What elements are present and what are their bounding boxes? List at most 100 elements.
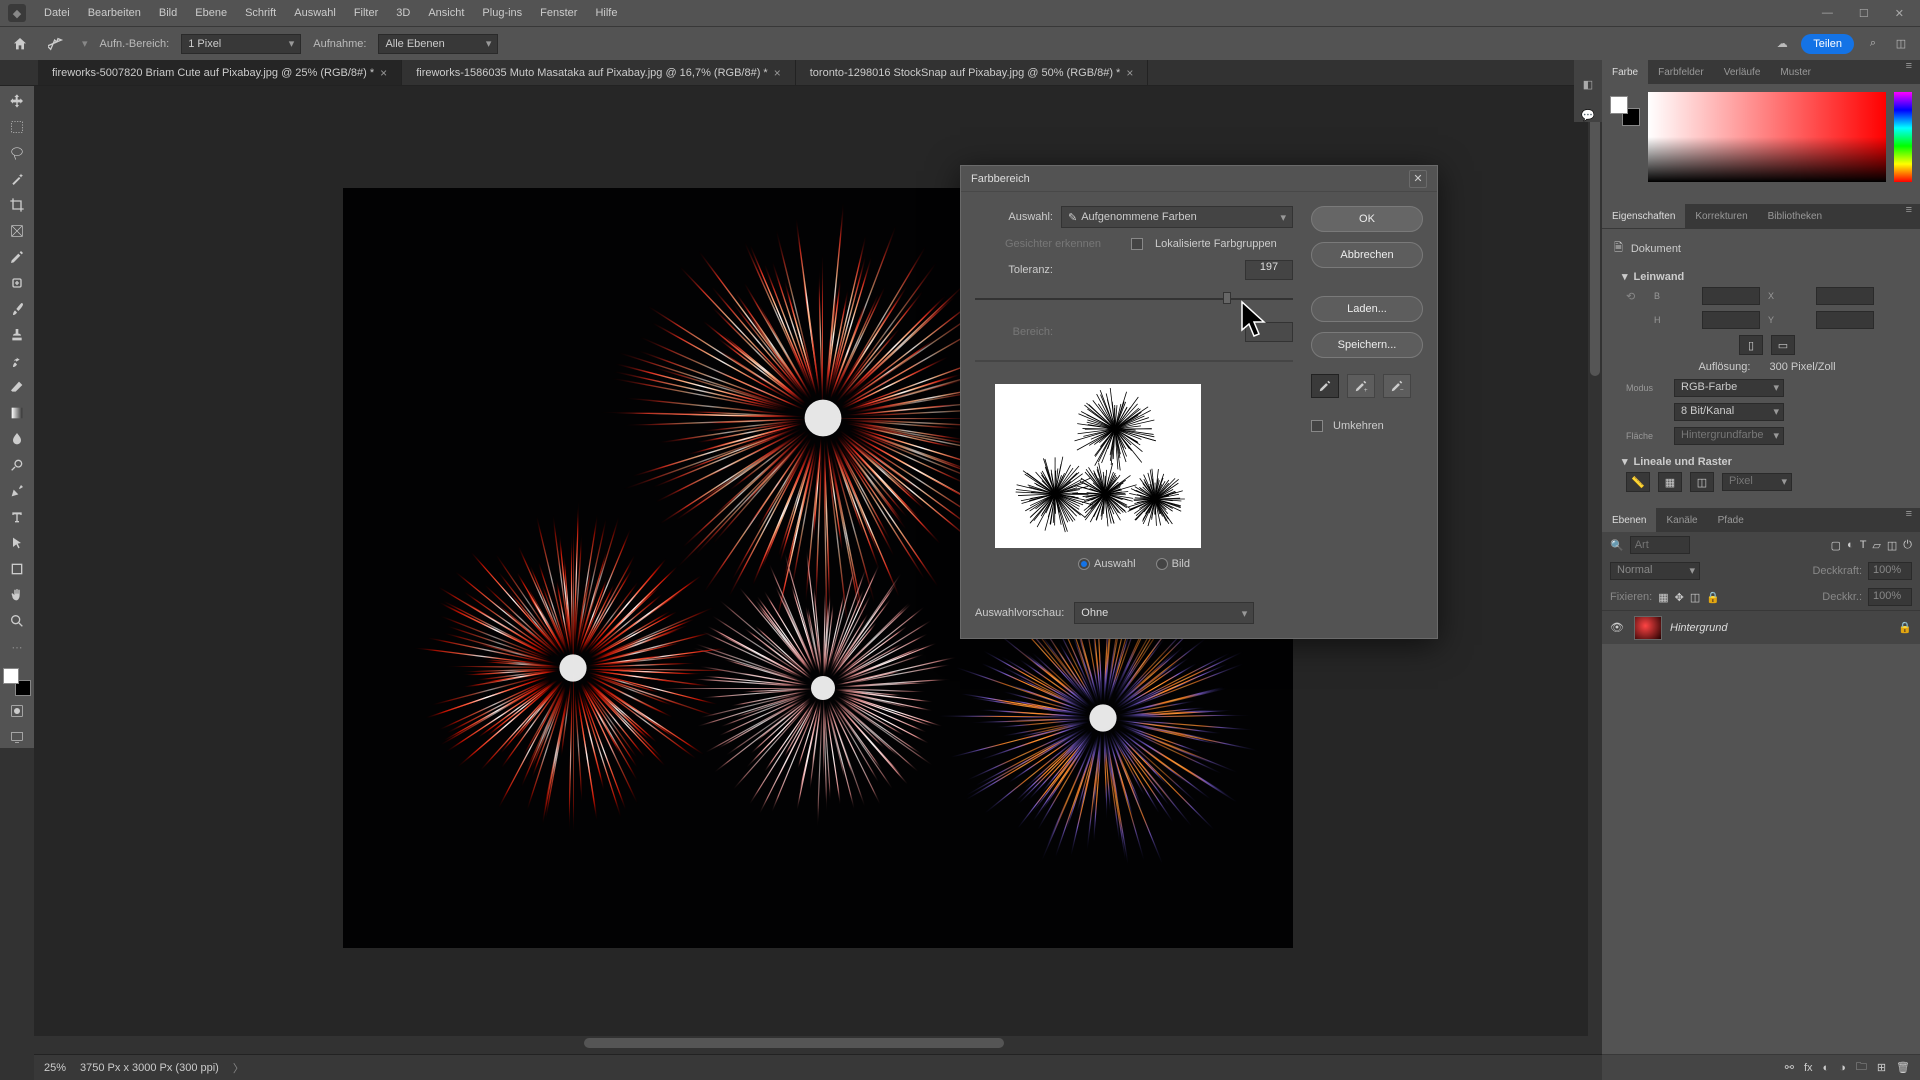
filter-smart-icon[interactable]: ◫ [1887, 539, 1897, 552]
depth-select[interactable]: 8 Bit/Kanal [1674, 403, 1784, 421]
tolerance-slider[interactable] [975, 290, 1293, 308]
more-tools[interactable]: ⋯ [4, 636, 30, 658]
layer-mask-icon[interactable]: ◐ [1823, 1062, 1830, 1074]
marquee-tool[interactable] [4, 116, 30, 138]
document-tab[interactable]: fireworks-1586035 Muto Masataka auf Pixa… [402, 60, 796, 85]
layer-search-input[interactable] [1630, 536, 1690, 554]
foreground-background-colors[interactable] [3, 668, 31, 696]
eyedropper-add-icon[interactable]: + [1347, 374, 1375, 398]
tab-swatches[interactable]: Farbfelder [1648, 60, 1714, 84]
blur-tool[interactable] [4, 428, 30, 450]
lock-artboard-icon[interactable]: ◫ [1690, 591, 1700, 604]
collapsed-panel-icon[interactable]: 💬 [1581, 109, 1595, 122]
menu-type[interactable]: Schrift [237, 3, 284, 23]
layer-thumbnail[interactable] [1634, 616, 1662, 640]
fill-select[interactable]: Hintergrundfarbe [1674, 427, 1784, 445]
tab-layers[interactable]: Ebenen [1602, 508, 1656, 532]
menu-3d[interactable]: 3D [388, 3, 418, 23]
heal-tool[interactable] [4, 272, 30, 294]
panel-menu-icon[interactable]: ≡ [1898, 60, 1920, 84]
frame-tool[interactable] [4, 220, 30, 242]
filter-toggle-icon[interactable]: ⏻ [1903, 539, 1912, 552]
filter-pixel-icon[interactable]: ▢ [1831, 539, 1841, 552]
close-window-icon[interactable]: ✕ [1887, 3, 1912, 24]
width-field[interactable] [1702, 287, 1760, 305]
share-button[interactable]: Teilen [1801, 34, 1854, 54]
collapsed-panel-icon[interactable]: ◧ [1583, 78, 1593, 91]
hue-slider[interactable] [1894, 92, 1912, 182]
tab-channels[interactable]: Kanäle [1656, 508, 1707, 532]
new-group-icon[interactable]: 🗀 [1856, 1058, 1867, 1077]
horizontal-scrollbar[interactable] [34, 1036, 1588, 1050]
lock-position-icon[interactable]: ✥ [1675, 591, 1684, 604]
y-field[interactable] [1816, 311, 1874, 329]
unit-select[interactable]: Pixel [1722, 473, 1792, 491]
menu-image[interactable]: Bild [151, 3, 185, 23]
x-field[interactable] [1816, 287, 1874, 305]
cancel-button[interactable]: Abbrechen [1311, 242, 1423, 268]
dialog-close-button[interactable]: ✕ [1409, 170, 1427, 188]
gradient-tool[interactable] [4, 402, 30, 424]
quickmask-tool[interactable] [4, 700, 30, 722]
height-field[interactable] [1702, 311, 1760, 329]
doc-info-chevron-icon[interactable]: 〉 [233, 1060, 244, 1076]
hand-tool[interactable] [4, 584, 30, 606]
layer-visibility-icon[interactable]: 👁 [1610, 621, 1626, 634]
layer-lock-icon[interactable]: 🔒 [1898, 621, 1912, 634]
panel-menu-icon[interactable]: ≡ [1898, 508, 1920, 532]
eyedropper-tool[interactable] [4, 246, 30, 268]
tab-close-icon[interactable]: × [774, 66, 781, 80]
menu-plugins[interactable]: Plug-ins [474, 3, 530, 23]
orientation-icon[interactable]: ⟲ [1626, 290, 1646, 303]
screenmode-tool[interactable] [4, 726, 30, 748]
history-brush-tool[interactable] [4, 350, 30, 372]
move-tool[interactable] [4, 90, 30, 112]
pen-tool[interactable] [4, 480, 30, 502]
color-picker-field[interactable] [1648, 92, 1886, 182]
tab-color[interactable]: Farbe [1602, 60, 1648, 84]
layer-filter-icon[interactable]: 🔍 [1610, 539, 1624, 552]
layer-row[interactable]: 👁 Hintergrund 🔒 [1602, 610, 1920, 644]
dodge-tool[interactable] [4, 454, 30, 476]
tab-libraries[interactable]: Bibliotheken [1758, 204, 1832, 228]
color-fg-bg[interactable] [1610, 96, 1640, 126]
localized-checkbox[interactable] [1131, 238, 1143, 250]
invert-checkbox[interactable] [1311, 420, 1323, 432]
portrait-icon[interactable]: ▯ [1739, 335, 1763, 355]
eyedropper-subtract-icon[interactable]: − [1383, 374, 1411, 398]
minimize-icon[interactable]: — [1814, 3, 1841, 23]
load-button[interactable]: Laden... [1311, 296, 1423, 322]
zoom-level[interactable]: 25% [44, 1062, 66, 1074]
path-select-tool[interactable] [4, 532, 30, 554]
shape-tool[interactable] [4, 558, 30, 580]
opacity-field[interactable]: 100% [1868, 562, 1912, 580]
tab-close-icon[interactable]: × [380, 66, 387, 80]
menu-help[interactable]: Hilfe [587, 3, 625, 23]
eyedropper-icon[interactable] [1311, 374, 1339, 398]
twirl-icon[interactable]: ▾ [1622, 270, 1628, 283]
tolerance-field[interactable]: 197 [1245, 260, 1293, 280]
grid-icon[interactable]: ▦ [1658, 472, 1682, 492]
tab-close-icon[interactable]: × [1126, 66, 1133, 80]
ok-button[interactable]: OK [1311, 206, 1423, 232]
tab-adjustments[interactable]: Korrekturen [1685, 204, 1757, 228]
tab-paths[interactable]: Pfade [1708, 508, 1754, 532]
vertical-scrollbar[interactable] [1588, 86, 1602, 1050]
cloud-icon[interactable]: ☁ [1773, 35, 1791, 53]
link-layers-icon[interactable]: ⚯ [1785, 1061, 1794, 1074]
new-adjustment-icon[interactable]: ◑ [1839, 1062, 1846, 1074]
stamp-tool[interactable] [4, 324, 30, 346]
home-icon[interactable] [10, 34, 30, 54]
filter-adjust-icon[interactable]: ◐ [1847, 539, 1854, 552]
menu-file[interactable]: Datei [36, 3, 78, 23]
selection-preview-dropdown[interactable]: Ohne [1074, 602, 1254, 624]
new-layer-icon[interactable]: ⊞ [1877, 1061, 1886, 1074]
blend-mode-select[interactable]: Normal [1610, 562, 1700, 580]
document-tab[interactable]: fireworks-5007820 Briam Cute auf Pixabay… [38, 60, 402, 85]
tab-patterns[interactable]: Muster [1770, 60, 1821, 84]
menu-view[interactable]: Ansicht [420, 3, 472, 23]
delete-layer-icon[interactable]: 🗑 [1896, 1061, 1910, 1074]
eraser-tool[interactable] [4, 376, 30, 398]
search-icon[interactable]: ⌕ [1864, 35, 1882, 53]
document-tab[interactable]: toronto-1298016 StockSnap auf Pixabay.jp… [796, 60, 1149, 85]
